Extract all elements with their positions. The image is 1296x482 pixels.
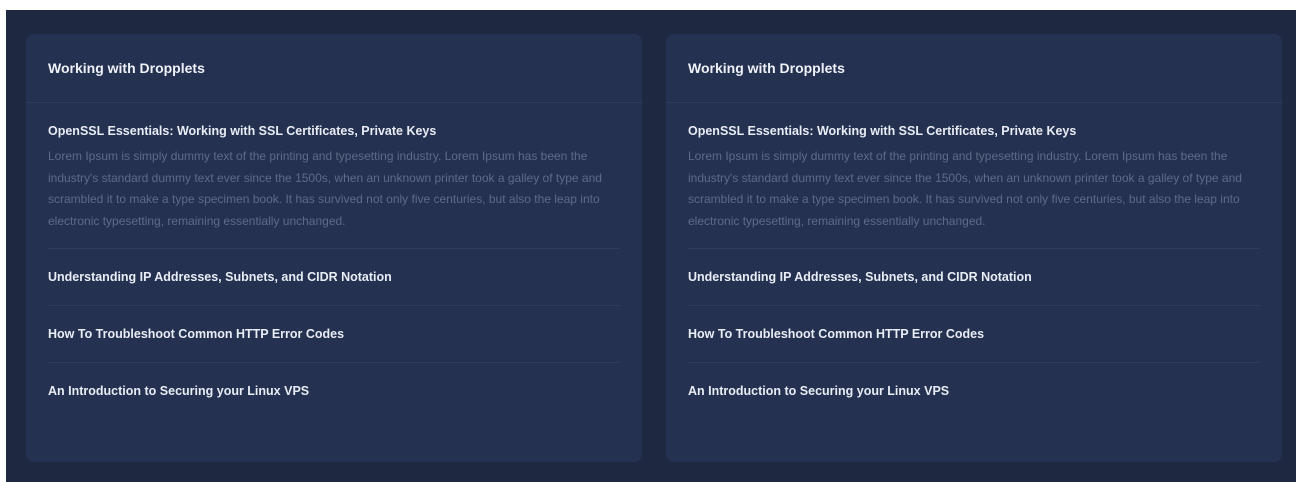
accordion-item-title[interactable]: OpenSSL Essentials: Working with SSL Cer… (688, 124, 1260, 138)
accordion-item-title[interactable]: How To Troubleshoot Common HTTP Error Co… (48, 327, 344, 341)
accordion-item-body: Lorem Ipsum is simply dummy text of the … (688, 149, 1242, 228)
faq-card-left: Working with Dropplets OpenSSL Essential… (26, 34, 642, 462)
accordion-item-ip-addresses[interactable]: Understanding IP Addresses, Subnets, and… (48, 249, 620, 306)
faq-section: Working with Dropplets OpenSSL Essential… (6, 10, 1296, 482)
accordion-item-title[interactable]: Understanding IP Addresses, Subnets, and… (688, 270, 1032, 284)
faq-card-right: Working with Dropplets OpenSSL Essential… (666, 34, 1282, 462)
accordion-item-title[interactable]: An Introduction to Securing your Linux V… (688, 384, 949, 398)
accordion-item-linux-vps[interactable]: An Introduction to Securing your Linux V… (688, 363, 1260, 419)
accordion-item-http-errors[interactable]: How To Troubleshoot Common HTTP Error Co… (48, 306, 620, 363)
accordion-item-openssl: OpenSSL Essentials: Working with SSL Cer… (48, 103, 620, 249)
accordion-item-title[interactable]: Understanding IP Addresses, Subnets, and… (48, 270, 392, 284)
accordion-item-http-errors[interactable]: How To Troubleshoot Common HTTP Error Co… (688, 306, 1260, 363)
card-title: Working with Dropplets (48, 60, 205, 76)
card-header: Working with Dropplets (26, 34, 642, 103)
accordion-item-body: Lorem Ipsum is simply dummy text of the … (48, 149, 602, 228)
accordion-item-linux-vps[interactable]: An Introduction to Securing your Linux V… (48, 363, 620, 419)
accordion-item-openssl: OpenSSL Essentials: Working with SSL Cer… (688, 103, 1260, 249)
accordion-item-ip-addresses[interactable]: Understanding IP Addresses, Subnets, and… (688, 249, 1260, 306)
card-title: Working with Dropplets (688, 60, 845, 76)
accordion-item-title[interactable]: An Introduction to Securing your Linux V… (48, 384, 309, 398)
card-header: Working with Dropplets (666, 34, 1282, 103)
accordion-item-title[interactable]: How To Troubleshoot Common HTTP Error Co… (688, 327, 984, 341)
accordion-item-title[interactable]: OpenSSL Essentials: Working with SSL Cer… (48, 124, 620, 138)
